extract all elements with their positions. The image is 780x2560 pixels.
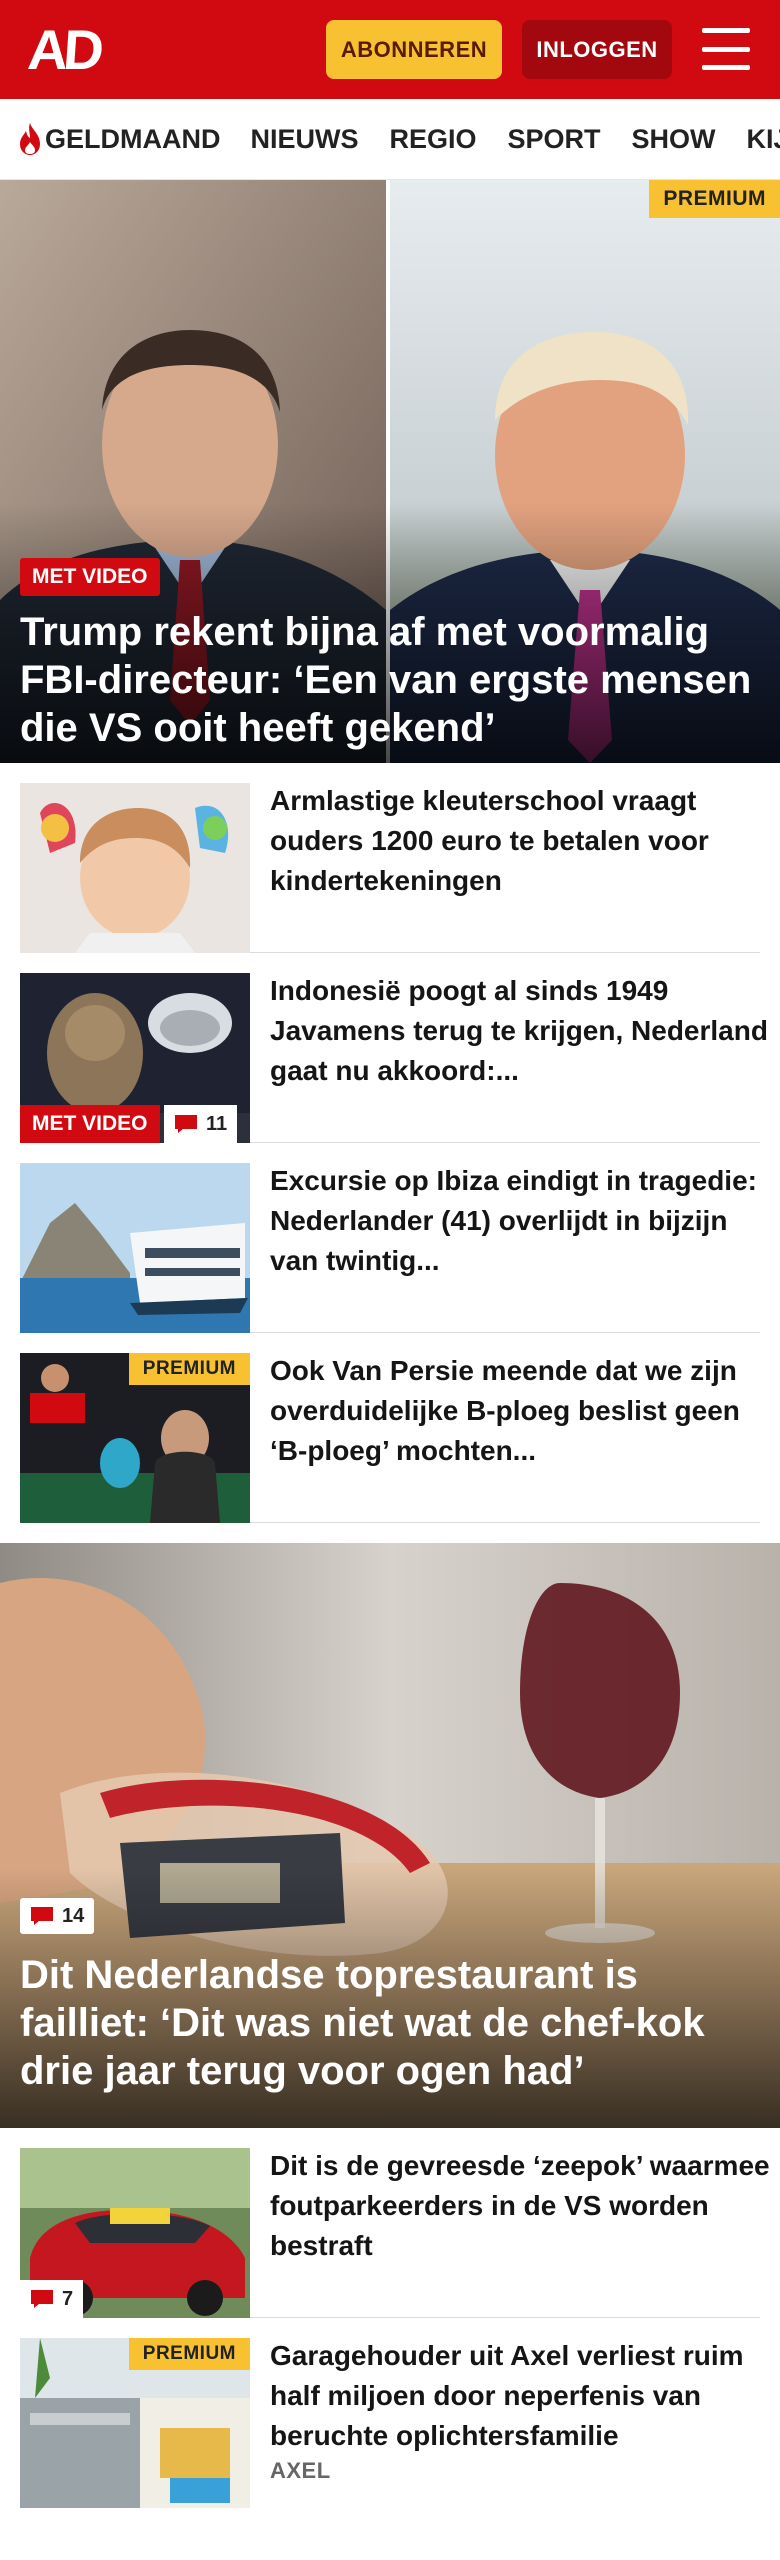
list-item[interactable]: 7 Dit is de gevreesde ‘zeepok’ waarmee f… — [20, 2128, 770, 2318]
article-thumbnail — [20, 1163, 250, 1333]
nav-item-kijk[interactable]: KIJK — [747, 124, 780, 155]
article-title[interactable]: Garagehouder uit Axel verliest ruim half… — [270, 2336, 770, 2456]
comment-count-badge: 14 — [20, 1898, 95, 1934]
comment-count-badge: 11 — [164, 1105, 238, 1143]
premium-badge: PREMIUM — [649, 180, 780, 218]
article-title[interactable]: Armlastige kleuterschool vraagt ouders 1… — [270, 781, 770, 901]
video-badge: MET VIDEO — [20, 1105, 160, 1143]
hero-article-restaurant[interactable]: 14 Dit Nederlandse toprestaurant is fail… — [0, 1543, 780, 2128]
hero-title[interactable]: Trump rekent bijna af met voormalig FBI-… — [20, 608, 760, 752]
comment-count: 11 — [206, 1112, 228, 1135]
list-item[interactable]: MET VIDEO 11 Indonesië poogt al sinds 19… — [20, 953, 768, 1143]
hero-title[interactable]: Dit Nederlandse toprestaurant is faillie… — [20, 1951, 760, 2095]
top-bar: AD ABONNEREN INLOGGEN — [0, 0, 780, 99]
hero-text-block: MET VIDEO Trump rekent bijna af met voor… — [20, 546, 760, 752]
list-item[interactable]: PREMIUM Garagehouder uit Axel verliest r… — [20, 2318, 760, 2508]
comment-count: 14 — [62, 1905, 85, 1927]
premium-badge: PREMIUM — [128, 1353, 250, 1385]
article-thumbnail: PREMIUM — [20, 1353, 250, 1523]
ad-logo[interactable]: AD — [26, 18, 101, 81]
article-thumbnail: MET VIDEO 11 — [20, 973, 250, 1143]
nav-item-nieuws[interactable]: NIEUWS — [251, 124, 359, 155]
video-badge: MET VIDEO — [20, 558, 160, 596]
list-item[interactable]: PREMIUM Ook Van Persie meende dat we zij… — [20, 1333, 760, 1523]
comment-icon — [31, 1907, 53, 1925]
login-button[interactable]: INLOGGEN — [522, 20, 672, 79]
comment-icon — [31, 2290, 53, 2308]
article-title[interactable]: Excursie op Ibiza eindigt in tragedie: N… — [270, 1161, 770, 1281]
premium-badge: PREMIUM — [128, 2338, 250, 2370]
article-location: AXEL — [270, 2458, 331, 2483]
article-title[interactable]: Indonesië poogt al sinds 1949 Javamens t… — [270, 971, 770, 1091]
nav-item-regio[interactable]: REGIO — [390, 124, 477, 155]
article-thumbnail: PREMIUM — [20, 2338, 250, 2508]
article-title[interactable]: Dit is de gevreesde ‘zeepok’ waarmee fou… — [270, 2146, 770, 2266]
comment-count: 7 — [62, 2287, 74, 2310]
comment-count-badge: 7 — [20, 2280, 84, 2318]
list-item[interactable]: Armlastige kleuterschool vraagt ouders 1… — [20, 763, 760, 953]
comment-icon — [175, 1115, 197, 1133]
list-item[interactable]: Excursie op Ibiza eindigt in tragedie: N… — [20, 1143, 760, 1333]
nav-item-geldmaand[interactable]: GELDMAAND — [18, 122, 221, 156]
flame-icon — [20, 123, 40, 155]
article-thumbnail — [20, 783, 250, 953]
nav-item-show[interactable]: SHOW — [632, 124, 716, 155]
hero-article-trump[interactable]: PREMIUM MET VIDEO Trump rekent bijna af … — [0, 180, 780, 763]
subscribe-button[interactable]: ABONNEREN — [326, 20, 502, 79]
nav-item-sport[interactable]: SPORT — [508, 124, 601, 155]
nav-item-label: GELDMAAND — [45, 123, 221, 154]
hero-text-block: 14 Dit Nederlandse toprestaurant is fail… — [20, 1889, 760, 2095]
hamburger-menu-icon[interactable] — [702, 28, 750, 70]
article-thumbnail: 7 — [20, 2148, 250, 2318]
article-title[interactable]: Ook Van Persie meende dat we zijn overdu… — [270, 1351, 770, 1471]
section-nav: GELDMAAND NIEUWS REGIO SPORT SHOW KIJK — [0, 99, 780, 180]
